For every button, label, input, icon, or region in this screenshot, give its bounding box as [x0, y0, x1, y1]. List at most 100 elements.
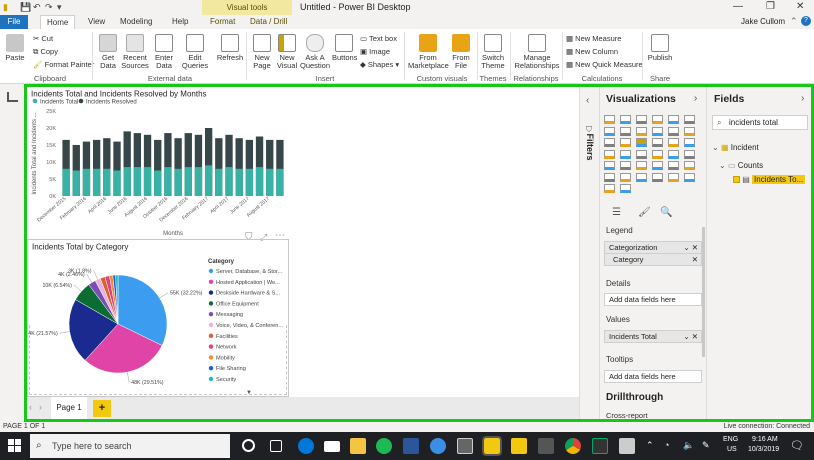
visual-type-icon[interactable] — [604, 161, 615, 170]
tab-file[interactable]: File — [0, 15, 28, 29]
collapse-ribbon-icon[interactable]: ⌃ — [790, 16, 798, 27]
visual-type-icon[interactable] — [620, 138, 631, 147]
ask-question-button[interactable]: Ask A Question — [299, 34, 331, 70]
chrome-icon[interactable] — [565, 438, 581, 454]
new-column-button[interactable]: ▦ New Column — [566, 47, 618, 56]
text-box-button[interactable]: ▭ Text box — [360, 34, 397, 43]
visual-type-icon[interactable] — [620, 172, 631, 182]
mail-icon[interactable] — [324, 441, 340, 452]
fields-search-input[interactable]: ⌕ incidents total — [712, 115, 808, 130]
pie-chart-visual[interactable]: Incidents Total by Category 55K (32.22%) 4… — [27, 239, 289, 397]
task-view-icon[interactable] — [270, 440, 282, 452]
terminal-app-icon[interactable] — [592, 438, 608, 454]
user-name[interactable]: Jake Cullom — [741, 17, 785, 26]
from-file-button[interactable]: From File — [450, 34, 472, 70]
app-icon[interactable] — [538, 438, 554, 454]
visual-type-icon[interactable] — [652, 161, 663, 170]
visual-type-icon[interactable] — [620, 184, 631, 193]
legend-subfield-well[interactable]: Category ✕ — [604, 253, 702, 266]
fields-well-tab-icon[interactable]: ☰ — [612, 207, 621, 218]
undo-icon[interactable]: ↶ — [33, 2, 41, 13]
format-painter-button[interactable]: 🖌 Format Painter — [33, 60, 94, 69]
cortana-icon[interactable] — [242, 439, 255, 452]
visual-type-icon[interactable] — [604, 138, 615, 147]
tab-view[interactable]: View — [82, 15, 111, 29]
clock-time[interactable]: 9:16 AM — [752, 436, 778, 443]
add-page-button[interactable]: + — [93, 400, 111, 417]
help-icon[interactable]: ? — [801, 16, 811, 26]
visual-type-icon[interactable] — [668, 149, 679, 159]
shapes-button[interactable]: ◆ Shapes ▾ — [360, 60, 399, 69]
visual-type-icon[interactable] — [604, 126, 615, 136]
visual-type-icon[interactable] — [636, 149, 647, 159]
image-button[interactable]: ▣ Image — [360, 47, 390, 56]
remove-field-icon[interactable]: ⌄ ✕ — [683, 331, 698, 342]
checkbox-checked-icon[interactable] — [733, 176, 740, 184]
visual-type-icon[interactable] — [620, 161, 631, 170]
from-marketplace-button[interactable]: From Marketplace — [408, 34, 449, 70]
recent-sources-button[interactable]: Recent Sources — [120, 34, 150, 70]
manage-relationships-button[interactable]: Manage Relationships — [514, 34, 560, 70]
taskbar-search-input[interactable]: ⌕ Type here to search — [30, 434, 230, 458]
visual-type-icon[interactable] — [636, 172, 647, 182]
visual-type-icon[interactable] — [636, 115, 647, 124]
analytics-magnifier-icon[interactable]: 🔍 — [660, 207, 672, 218]
visual-type-icon[interactable] — [652, 149, 663, 159]
filters-pane-collapsed[interactable]: ‹ ⛉ Filters — [579, 87, 599, 419]
new-visual-button[interactable]: New Visual — [276, 34, 298, 70]
tab-data-drill[interactable]: Data / Drill — [244, 15, 293, 29]
visual-type-icon[interactable] — [668, 172, 679, 182]
page-tab[interactable]: Page 1 — [51, 397, 87, 419]
visual-type-icon[interactable] — [652, 138, 663, 147]
visual-type-icon[interactable] — [684, 126, 695, 136]
tab-help[interactable]: Help — [166, 15, 194, 29]
tab-modeling[interactable]: Modeling — [114, 15, 158, 29]
new-quick-measure-button[interactable]: ▦ New Quick Measure — [566, 60, 643, 69]
visual-type-icon[interactable] — [668, 138, 679, 147]
field-incidents-total[interactable]: ▤ Incidents To... — [733, 175, 806, 184]
details-field-well[interactable]: Add data fields here — [604, 293, 702, 306]
visual-type-icon[interactable] — [668, 161, 679, 170]
minimize-icon[interactable]: — — [733, 1, 743, 12]
globe-app-icon[interactable] — [430, 438, 446, 454]
visual-type-icon[interactable] — [684, 115, 695, 124]
remove-field-icon[interactable]: ⌄ ✕ — [683, 242, 698, 253]
new-page-button[interactable]: New Page — [249, 34, 275, 70]
visual-type-icon[interactable] — [620, 149, 631, 159]
visual-type-icon[interactable] — [668, 115, 679, 124]
cut-button[interactable]: ✂ Cut — [33, 34, 53, 43]
visual-type-icon[interactable] — [652, 172, 663, 182]
values-field-well[interactable]: Incidents Total ⌄ ✕ — [604, 330, 702, 343]
scrollbar[interactable] — [702, 227, 705, 357]
visual-type-icon[interactable] — [636, 126, 647, 136]
powerbi-taskbar-icon[interactable] — [482, 436, 502, 456]
visual-type-icon[interactable] — [636, 138, 647, 147]
visual-type-icon[interactable] — [636, 161, 647, 170]
visual-type-icon[interactable] — [604, 115, 615, 124]
edit-queries-button[interactable]: Edit Queries — [180, 34, 210, 70]
copy-button[interactable]: ⧉ Copy — [33, 47, 58, 57]
tab-home[interactable]: Home — [40, 15, 76, 29]
tooltips-field-well[interactable]: Add data fields here — [604, 370, 702, 383]
chevron-right-icon[interactable]: › — [694, 93, 697, 104]
visual-type-icon[interactable] — [684, 138, 695, 147]
volume-icon[interactable]: 🔈 — [683, 440, 694, 451]
format-paint-roller-icon[interactable]: 🖌 — [638, 207, 651, 218]
powerbi-report-server-icon[interactable] — [511, 438, 527, 454]
visual-type-icon[interactable] — [684, 172, 695, 182]
visual-type-icon[interactable] — [620, 126, 631, 136]
app-icon[interactable] — [619, 438, 635, 454]
restore-icon[interactable]: ❐ — [766, 1, 775, 12]
remove-field-icon[interactable]: ✕ — [692, 254, 698, 265]
new-measure-button[interactable]: ▦ New Measure — [566, 34, 621, 43]
tab-format[interactable]: Format — [204, 15, 241, 29]
visual-type-icon[interactable] — [604, 172, 615, 182]
file-explorer-icon[interactable] — [350, 438, 366, 454]
refresh-button[interactable]: Refresh — [216, 34, 244, 62]
notifications-icon[interactable]: 🗨 — [790, 439, 804, 452]
visual-type-icon[interactable] — [620, 115, 631, 124]
switch-theme-button[interactable]: Switch Theme — [480, 34, 506, 70]
windows-start-icon[interactable] — [8, 439, 22, 453]
show-hidden-icons-icon[interactable]: ⌃ — [646, 440, 654, 451]
network-icon[interactable]: ◔ — [664, 440, 669, 450]
